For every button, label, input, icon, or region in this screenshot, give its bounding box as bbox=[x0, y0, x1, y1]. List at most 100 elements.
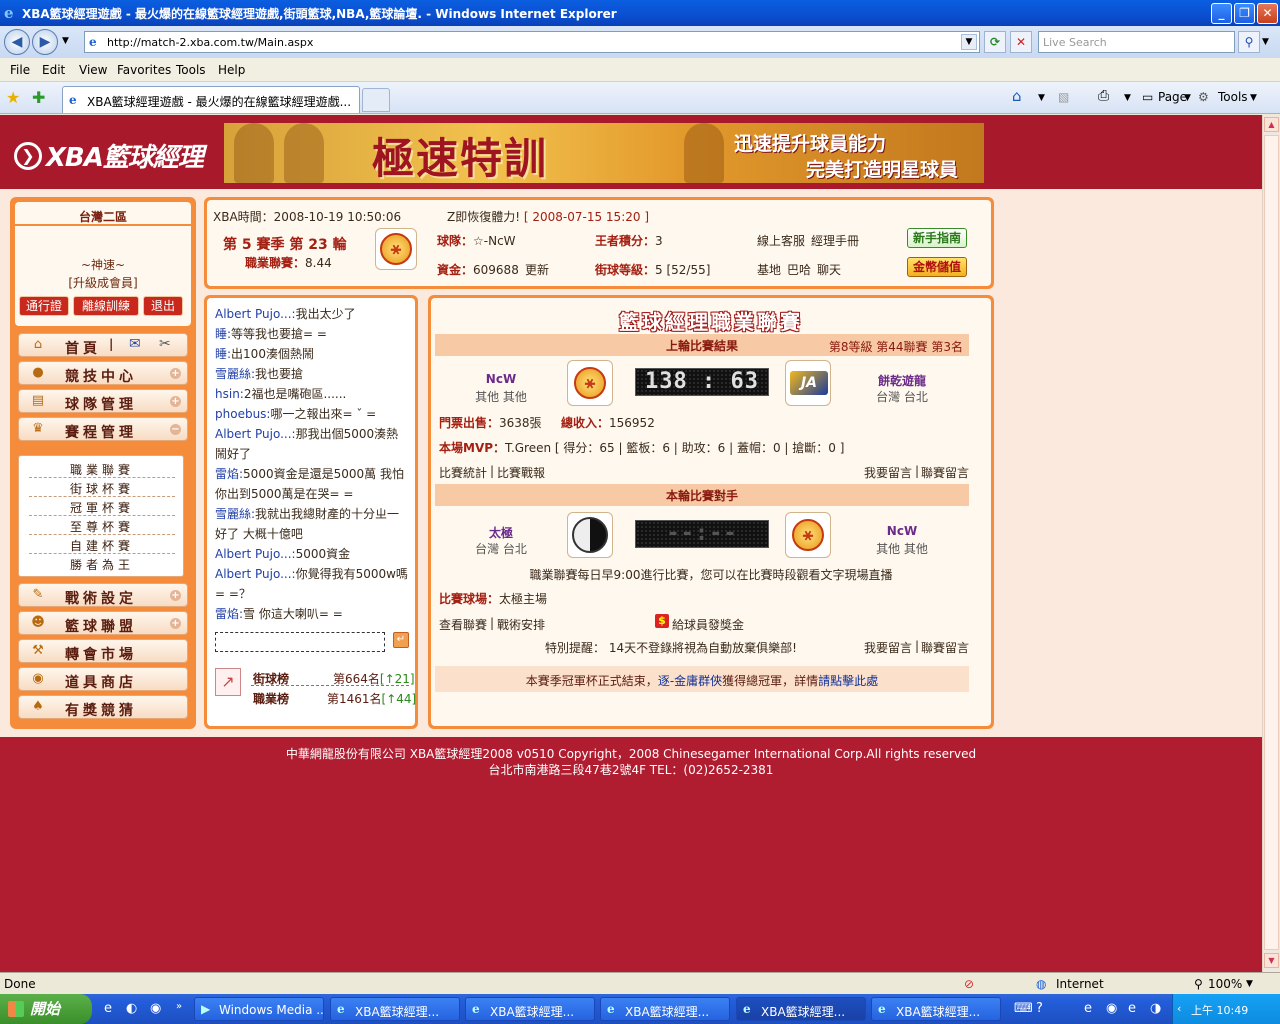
match-report-link[interactable]: 比賽戰報 bbox=[497, 464, 545, 481]
vertical-scrollbar[interactable]: ▲ ▼ bbox=[1262, 115, 1280, 972]
home-team-name[interactable]: NcW bbox=[456, 372, 546, 386]
chat-sender[interactable]: 雪麗絲: bbox=[215, 367, 255, 381]
submenu-custom-cup[interactable]: 自建杯賽 bbox=[29, 535, 175, 554]
feeds-icon[interactable]: ▧ bbox=[1058, 90, 1069, 104]
menu-help[interactable]: Help bbox=[218, 63, 245, 77]
member-upgrade-link[interactable]: [升級成會員] bbox=[15, 274, 191, 291]
manager-manual-link[interactable]: 經理手冊 bbox=[811, 232, 859, 249]
chat-sender[interactable]: Albert Pujo...: bbox=[215, 427, 296, 441]
chat-sender[interactable]: 睡: bbox=[215, 327, 231, 341]
chat-sender[interactable]: Albert Pujo...: bbox=[215, 567, 296, 581]
menu-edit[interactable]: Edit bbox=[42, 63, 65, 77]
league-message-link[interactable]: 聯賽留言 bbox=[921, 464, 969, 481]
search-input[interactable]: Live Search bbox=[1038, 31, 1235, 53]
settings-tools-icon[interactable]: ✂ bbox=[159, 336, 171, 352]
quicklaunch-more-icon[interactable]: » bbox=[176, 1001, 182, 1012]
zoom-dropdown-icon[interactable]: ▼ bbox=[1246, 979, 1253, 989]
chat-sender[interactable]: hsin: bbox=[215, 387, 244, 401]
view-league-link[interactable]: 查看聯賽 bbox=[439, 616, 487, 633]
leave-message-link-2[interactable]: 我要留言 bbox=[864, 639, 912, 656]
address-dropdown-icon[interactable]: ▼ bbox=[961, 34, 977, 50]
opponent-team-name[interactable]: 太極 bbox=[456, 524, 546, 541]
submenu-winner-king[interactable]: 勝者為王 bbox=[29, 554, 175, 573]
scroll-up-icon[interactable]: ▲ bbox=[1264, 117, 1279, 132]
bahamut-link[interactable]: 巴哈 bbox=[787, 261, 811, 278]
taskbar-item-media[interactable]: ▶ Windows Media ... bbox=[194, 997, 324, 1021]
tactics-arrangement-link[interactable]: 戰術安排 bbox=[497, 616, 545, 633]
tray-media-icon[interactable]: ◉ bbox=[1106, 1001, 1117, 1016]
start-button[interactable]: 開始 bbox=[0, 994, 92, 1024]
menu-tools[interactable]: Tools bbox=[176, 63, 206, 77]
page-menu[interactable]: Page bbox=[1158, 90, 1187, 104]
home-dropdown-icon[interactable]: ▼ bbox=[1038, 93, 1045, 103]
close-button[interactable]: ✕ bbox=[1257, 3, 1278, 24]
help-icon[interactable]: ? bbox=[1036, 1001, 1043, 1016]
recovery-link[interactable]: Z即恢復體力! [ 2008-07-15 15:20 ] bbox=[447, 208, 649, 225]
leave-message-link[interactable]: 我要留言 bbox=[864, 464, 912, 481]
print-icon[interactable]: ⎙ bbox=[1098, 88, 1109, 104]
chat-sender[interactable]: 睡: bbox=[215, 347, 231, 361]
logout-button[interactable]: 退出 bbox=[143, 296, 183, 316]
chat-link[interactable]: 聊天 bbox=[817, 261, 841, 278]
update-link[interactable]: 更新 bbox=[525, 261, 549, 278]
minimize-button[interactable]: _ bbox=[1211, 3, 1232, 24]
history-dropdown-icon[interactable]: ▼ bbox=[62, 36, 69, 46]
newbie-guide-button[interactable]: 新手指南 bbox=[907, 228, 967, 248]
forward-button[interactable]: ▶ bbox=[32, 29, 58, 55]
menu-guess[interactable]: ♠ 有獎競猜 bbox=[18, 695, 188, 719]
tab-xba[interactable]: e XBA籃球經理遊戲 - 最火爆的在線籃球經理遊戲... bbox=[62, 86, 360, 113]
chat-send-button[interactable]: ↵ bbox=[393, 632, 409, 648]
taskbar-item-xba-5[interactable]: e XBA籃球經理... bbox=[871, 997, 1001, 1021]
add-favorite-icon[interactable]: ✚ bbox=[32, 88, 45, 107]
menu-file[interactable]: File bbox=[10, 63, 30, 77]
quicklaunch-media-icon[interactable]: ◉ bbox=[150, 1001, 161, 1016]
quicklaunch-ie-icon[interactable]: e bbox=[104, 1001, 112, 1016]
submenu-champion-cup[interactable]: 冠軍杯賽 bbox=[29, 497, 175, 516]
chat-sender[interactable]: Albert Pujo...: bbox=[215, 547, 296, 561]
site-logo[interactable]: ❯ XBA籃球經理 bbox=[14, 137, 204, 173]
chat-sender[interactable]: 雷焰: bbox=[215, 467, 243, 481]
refresh-button[interactable]: ⟳ bbox=[984, 31, 1006, 53]
chat-input[interactable] bbox=[215, 632, 385, 652]
away-team-name[interactable]: 餅乾遊龍 bbox=[857, 372, 947, 389]
search-options-icon[interactable]: ▼ bbox=[1262, 37, 1269, 47]
taskbar-item-xba-4[interactable]: e XBA籃球經理... bbox=[736, 997, 866, 1021]
team-emblem[interactable]: ⚹ bbox=[375, 228, 417, 270]
new-tab-button[interactable] bbox=[362, 88, 390, 112]
tray-ie-icon[interactable]: e bbox=[1084, 1001, 1092, 1016]
league-message-link-2[interactable]: 聯賽留言 bbox=[921, 639, 969, 656]
submenu-street-cup[interactable]: 街球杯賽 bbox=[29, 478, 175, 497]
menu-transfer[interactable]: ⚒ 轉會市場 bbox=[18, 639, 188, 663]
menu-team[interactable]: ▤ 球隊管理 + bbox=[18, 389, 188, 413]
base-link[interactable]: 基地 bbox=[757, 261, 781, 278]
tray-expand-icon[interactable]: ‹ bbox=[1177, 1002, 1181, 1015]
submenu-pro-league[interactable]: 職業聯賽 bbox=[29, 459, 175, 478]
tools-dropdown-icon[interactable]: ▼ bbox=[1250, 93, 1257, 103]
page-dropdown-icon[interactable]: ▼ bbox=[1184, 93, 1191, 103]
match-stats-link[interactable]: 比賽統計 bbox=[439, 464, 487, 481]
print-dropdown-icon[interactable]: ▼ bbox=[1124, 93, 1131, 103]
stop-button[interactable]: ✕ bbox=[1010, 31, 1032, 53]
player-bonus-link[interactable]: 給球員發獎金 bbox=[672, 616, 744, 633]
my-team-emblem[interactable]: ⚹ bbox=[785, 512, 831, 558]
chat-sender[interactable]: 雪麗絲: bbox=[215, 507, 255, 521]
taskbar-item-xba-1[interactable]: e XBA籃球經理... bbox=[330, 997, 460, 1021]
offline-training-button[interactable]: 離線訓練 bbox=[73, 296, 139, 316]
favorites-star-icon[interactable]: ★ bbox=[6, 88, 20, 107]
menu-alliance[interactable]: ☻ 籃球聯盟 + bbox=[18, 611, 188, 635]
notice-details-link[interactable]: 請點擊此處 bbox=[818, 674, 878, 688]
menu-favorites[interactable]: Favorites bbox=[117, 63, 171, 77]
promo-banner[interactable]: 極速特訓 迅速提升球員能力 完美打造明星球員 bbox=[224, 123, 984, 183]
keyboard-icon[interactable]: ⌨ bbox=[1014, 1001, 1033, 1016]
home-team-emblem[interactable]: ⚹ bbox=[567, 360, 613, 406]
address-bar[interactable]: e http://match-2.xba.com.tw/Main.aspx ▼ bbox=[84, 31, 980, 53]
chat-sender[interactable]: Albert Pujo...: bbox=[215, 307, 296, 321]
home-icon[interactable]: ⌂ bbox=[1012, 87, 1022, 105]
away-team-emblem[interactable]: JA bbox=[785, 360, 831, 406]
mail-icon[interactable]: ✉ bbox=[129, 336, 141, 352]
taskbar-item-xba-3[interactable]: e XBA籃球經理... bbox=[600, 997, 730, 1021]
maximize-button[interactable]: ❐ bbox=[1234, 3, 1255, 24]
opponent-team-emblem[interactable] bbox=[567, 512, 613, 558]
scroll-thumb[interactable] bbox=[1264, 135, 1279, 950]
pass-button[interactable]: 通行證 bbox=[19, 296, 69, 316]
